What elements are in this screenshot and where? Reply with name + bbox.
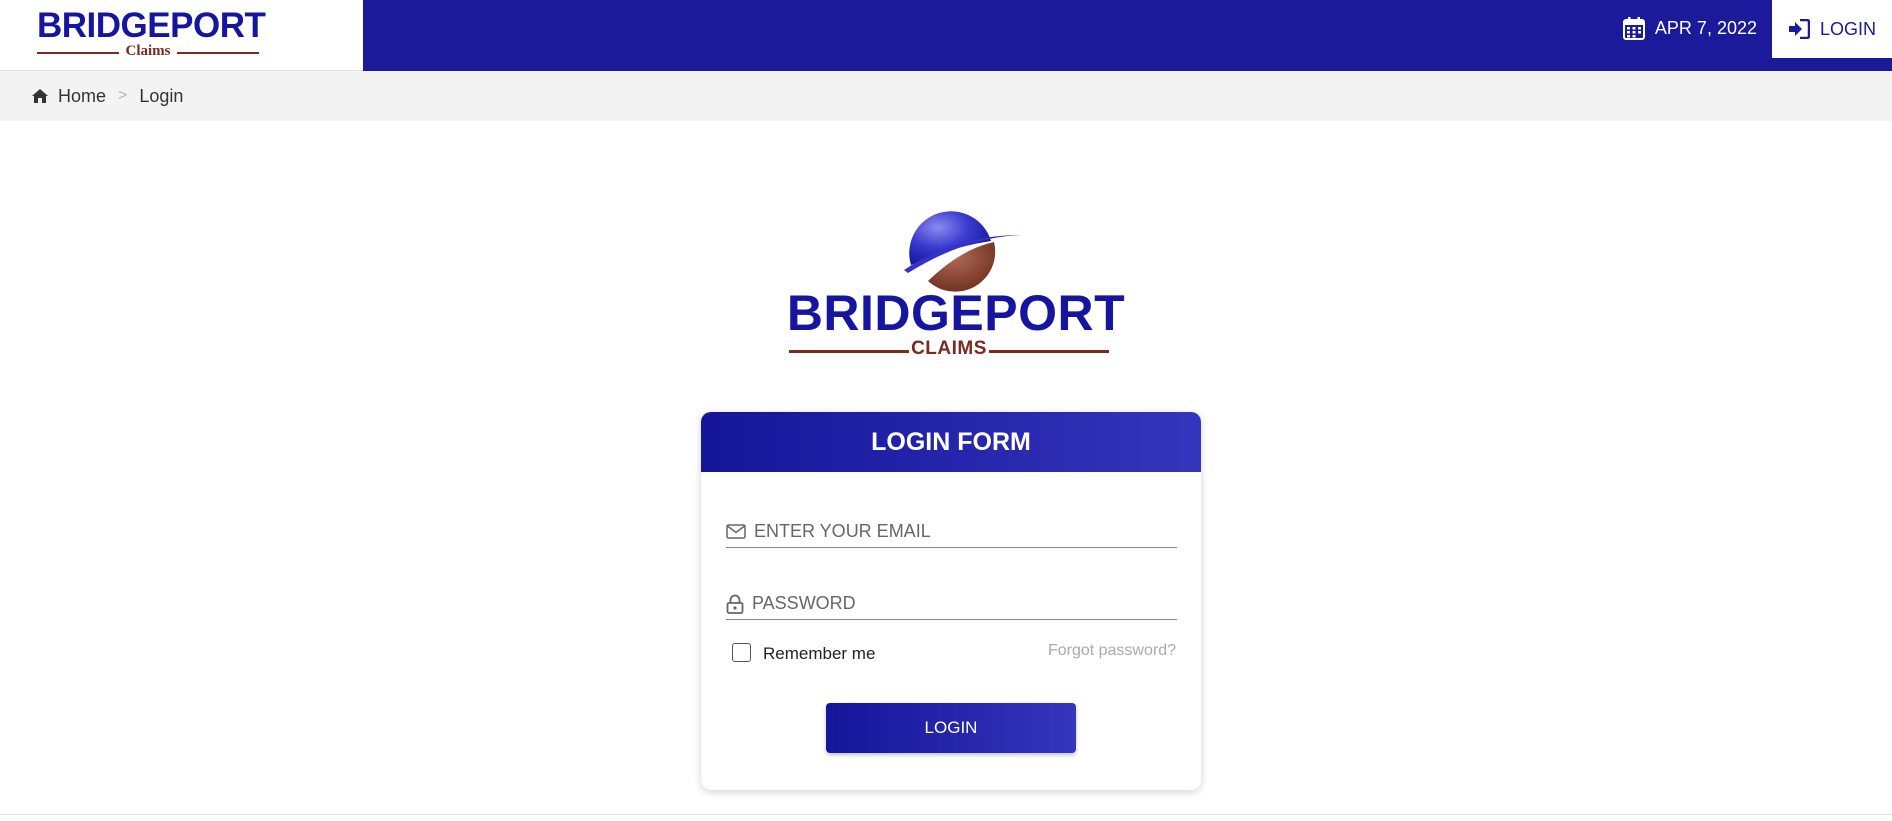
calendar-icon xyxy=(1622,16,1645,40)
brand-rule-right xyxy=(177,52,259,54)
remember-me-checkbox[interactable] xyxy=(732,642,751,662)
date-text: APR 7, 2022 xyxy=(1654,17,1757,38)
brand-logo[interactable]: BRIDGEPORT Claims xyxy=(0,0,363,71)
hero-subtitle: CLAIMS xyxy=(911,338,987,359)
password-input[interactable] xyxy=(752,589,1177,618)
envelope-icon xyxy=(726,524,746,539)
remember-me-label: Remember me xyxy=(763,644,876,663)
current-date: APR 7, 2022 xyxy=(1622,0,1757,56)
top-navbar: BRIDGEPORT Claims APR 7, 2022 LOGIN xyxy=(0,0,1892,71)
home-icon xyxy=(32,89,48,103)
breadcrumb-separator: > xyxy=(118,87,128,104)
breadcrumb-home-label: Home xyxy=(58,85,107,106)
hero-rule-right xyxy=(989,350,1109,353)
breadcrumb: Home > Login xyxy=(0,71,1892,121)
remember-me[interactable]: Remember me xyxy=(732,640,875,664)
header-login-button[interactable]: LOGIN xyxy=(1772,0,1892,58)
hero-subtitle-row: CLAIMS xyxy=(789,338,1109,360)
brand-subtitle-row: Claims xyxy=(37,43,259,60)
login-form-title: LOGIN FORM xyxy=(871,427,1031,456)
lock-icon xyxy=(726,594,744,614)
email-input[interactable] xyxy=(754,517,1177,546)
password-field[interactable] xyxy=(726,588,1177,620)
email-field[interactable] xyxy=(726,516,1177,548)
forgot-password-link[interactable]: Forgot password? xyxy=(1048,642,1176,660)
breadcrumb-current: Login xyxy=(139,85,184,106)
login-submit-button[interactable]: LOGIN xyxy=(826,703,1076,753)
breadcrumb-home[interactable]: Home xyxy=(32,86,106,107)
login-card: LOGIN FORM Remember me Forgot password? … xyxy=(701,412,1201,790)
brand-name: BRIDGEPORT xyxy=(37,6,266,45)
login-card-header: LOGIN FORM xyxy=(701,412,1201,472)
sign-in-icon xyxy=(1788,19,1810,39)
header-login-label: LOGIN xyxy=(1819,18,1876,39)
hero-brand-name: BRIDGEPORT xyxy=(786,285,1126,341)
